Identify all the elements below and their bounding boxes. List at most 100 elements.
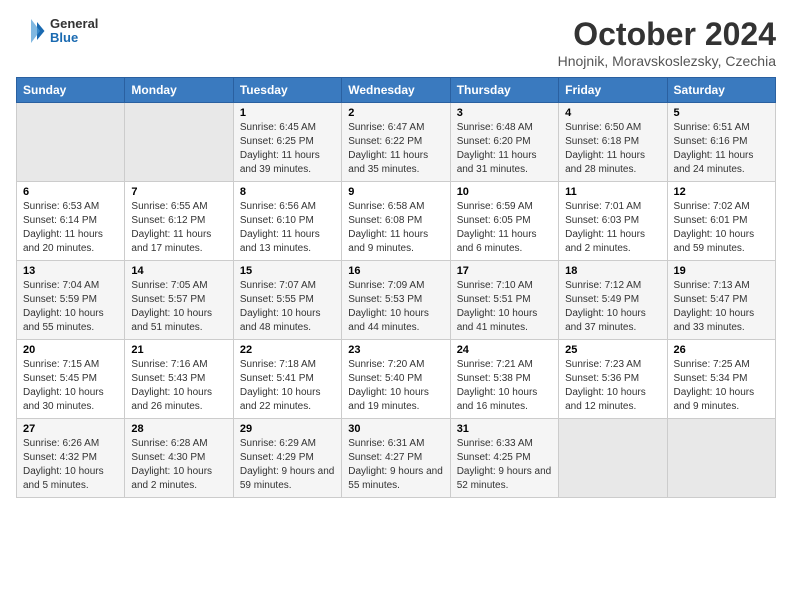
day-number: 24 xyxy=(457,344,552,356)
day-number: 27 xyxy=(23,423,118,435)
day-content: Sunrise: 6:31 AMSunset: 4:27 PMDaylight:… xyxy=(348,437,443,493)
day-number: 5 xyxy=(674,107,769,119)
day-content: Sunrise: 7:02 AMSunset: 6:01 PMDaylight:… xyxy=(674,200,769,256)
calendar-day-cell: 31 Sunrise: 6:33 AMSunset: 4:25 PMDayligh… xyxy=(450,419,558,498)
calendar-day-cell: 7Sunrise: 6:55 AMSunset: 6:12 PMDaylight… xyxy=(125,182,233,261)
day-content: Sunrise: 7:04 AMSunset: 5:59 PMDaylight:… xyxy=(23,279,118,335)
calendar-week: 20 Sunrise: 7:15 AMSunset: 5:45 PMDayligh… xyxy=(17,340,776,419)
header: General Blue October 2024 Hnojnik, Morav… xyxy=(16,16,776,69)
calendar-day-cell xyxy=(17,103,125,182)
day-content: Sunrise: 7:20 AMSunset: 5:40 PMDaylight:… xyxy=(348,358,443,414)
day-content: Sunrise: 7:15 AMSunset: 5:45 PMDaylight:… xyxy=(23,358,118,414)
day-number: 8 xyxy=(240,186,335,198)
day-content: Sunrise: 6:56 AMSunset: 6:10 PMDaylight:… xyxy=(240,200,335,256)
day-number: 18 xyxy=(565,265,660,277)
day-number: 30 xyxy=(348,423,443,435)
calendar-day-cell: 19 Sunrise: 7:13 AMSunset: 5:47 PMDayligh… xyxy=(667,261,775,340)
month-title: October 2024 xyxy=(558,16,776,53)
weekday-header-cell: Wednesday xyxy=(342,78,450,103)
calendar-week: 1Sunrise: 6:45 AMSunset: 6:25 PMDaylight… xyxy=(17,103,776,182)
day-content: Sunrise: 6:29 AMSunset: 4:29 PMDaylight:… xyxy=(240,437,335,493)
calendar-day-cell xyxy=(559,419,667,498)
day-content: Sunrise: 6:59 AMSunset: 6:05 PMDaylight:… xyxy=(457,200,552,256)
day-number: 3 xyxy=(457,107,552,119)
calendar-day-cell: 9 Sunrise: 6:58 AMSunset: 6:08 PMDaylight… xyxy=(342,182,450,261)
calendar-day-cell: 26 Sunrise: 7:25 AMSunset: 5:34 PMDayligh… xyxy=(667,340,775,419)
day-number: 16 xyxy=(348,265,443,277)
calendar-day-cell: 13 Sunrise: 7:04 AMSunset: 5:59 PMDayligh… xyxy=(17,261,125,340)
calendar-body: 1Sunrise: 6:45 AMSunset: 6:25 PMDaylight… xyxy=(17,103,776,498)
day-content: Sunrise: 7:25 AMSunset: 5:34 PMDaylight:… xyxy=(674,358,769,414)
calendar-day-cell: 8 Sunrise: 6:56 AMSunset: 6:10 PMDaylight… xyxy=(233,182,341,261)
logo-text: General Blue xyxy=(50,17,98,46)
calendar-day-cell: 18 Sunrise: 7:12 AMSunset: 5:49 PMDayligh… xyxy=(559,261,667,340)
calendar-table: SundayMondayTuesdayWednesdayThursdayFrid… xyxy=(16,77,776,498)
weekday-header-cell: Thursday xyxy=(450,78,558,103)
day-content: Sunrise: 6:58 AMSunset: 6:08 PMDaylight:… xyxy=(348,200,443,256)
day-content: Sunrise: 6:53 AMSunset: 6:14 PMDaylight:… xyxy=(23,200,118,256)
day-number: 21 xyxy=(131,344,226,356)
day-number: 12 xyxy=(674,186,769,198)
calendar-day-cell: 1Sunrise: 6:45 AMSunset: 6:25 PMDaylight… xyxy=(233,103,341,182)
day-number: 31 xyxy=(457,423,552,435)
day-content: Sunrise: 7:13 AMSunset: 5:47 PMDaylight:… xyxy=(674,279,769,335)
calendar-day-cell: 10 Sunrise: 6:59 AMSunset: 6:05 PMDayligh… xyxy=(450,182,558,261)
day-content: Sunrise: 7:01 AMSunset: 6:03 PMDaylight:… xyxy=(565,200,660,256)
weekday-header: SundayMondayTuesdayWednesdayThursdayFrid… xyxy=(17,78,776,103)
day-content: Sunrise: 6:45 AMSunset: 6:25 PMDaylight:… xyxy=(240,121,335,177)
calendar-day-cell: 3Sunrise: 6:48 AMSunset: 6:20 PMDaylight… xyxy=(450,103,558,182)
day-content: Sunrise: 6:26 AMSunset: 4:32 PMDaylight:… xyxy=(23,437,118,493)
day-number: 26 xyxy=(674,344,769,356)
calendar-day-cell: 11 Sunrise: 7:01 AMSunset: 6:03 PMDayligh… xyxy=(559,182,667,261)
day-number: 20 xyxy=(23,344,118,356)
calendar-day-cell: 17 Sunrise: 7:10 AMSunset: 5:51 PMDayligh… xyxy=(450,261,558,340)
calendar-week: 6Sunrise: 6:53 AMSunset: 6:14 PMDaylight… xyxy=(17,182,776,261)
calendar-day-cell: 23 Sunrise: 7:20 AMSunset: 5:40 PMDayligh… xyxy=(342,340,450,419)
calendar-week: 27 Sunrise: 6:26 AMSunset: 4:32 PMDayligh… xyxy=(17,419,776,498)
calendar-day-cell: 12 Sunrise: 7:02 AMSunset: 6:01 PMDayligh… xyxy=(667,182,775,261)
weekday-header-cell: Monday xyxy=(125,78,233,103)
calendar-day-cell: 5 Sunrise: 6:51 AMSunset: 6:16 PMDaylight… xyxy=(667,103,775,182)
weekday-header-cell: Sunday xyxy=(17,78,125,103)
day-number: 23 xyxy=(348,344,443,356)
day-number: 28 xyxy=(131,423,226,435)
day-number: 17 xyxy=(457,265,552,277)
day-content: Sunrise: 6:51 AMSunset: 6:16 PMDaylight:… xyxy=(674,121,769,177)
day-content: Sunrise: 7:05 AMSunset: 5:57 PMDaylight:… xyxy=(131,279,226,335)
calendar-day-cell: 6Sunrise: 6:53 AMSunset: 6:14 PMDaylight… xyxy=(17,182,125,261)
calendar-day-cell: 16Sunrise: 7:09 AMSunset: 5:53 PMDayligh… xyxy=(342,261,450,340)
day-content: Sunrise: 7:10 AMSunset: 5:51 PMDaylight:… xyxy=(457,279,552,335)
day-content: Sunrise: 7:12 AMSunset: 5:49 PMDaylight:… xyxy=(565,279,660,335)
logo-icon xyxy=(16,16,46,46)
day-content: Sunrise: 7:16 AMSunset: 5:43 PMDaylight:… xyxy=(131,358,226,414)
calendar-week: 13 Sunrise: 7:04 AMSunset: 5:59 PMDayligh… xyxy=(17,261,776,340)
calendar-day-cell: 2 Sunrise: 6:47 AMSunset: 6:22 PMDaylight… xyxy=(342,103,450,182)
day-number: 13 xyxy=(23,265,118,277)
calendar-day-cell: 14 Sunrise: 7:05 AMSunset: 5:57 PMDayligh… xyxy=(125,261,233,340)
day-number: 19 xyxy=(674,265,769,277)
calendar-day-cell: 21 Sunrise: 7:16 AMSunset: 5:43 PMDayligh… xyxy=(125,340,233,419)
calendar-day-cell xyxy=(667,419,775,498)
day-content: Sunrise: 7:23 AMSunset: 5:36 PMDaylight:… xyxy=(565,358,660,414)
day-number: 2 xyxy=(348,107,443,119)
day-number: 4 xyxy=(565,107,660,119)
day-number: 22 xyxy=(240,344,335,356)
weekday-header-cell: Friday xyxy=(559,78,667,103)
title-area: October 2024 Hnojnik, Moravskoslezsky, C… xyxy=(558,16,776,69)
calendar-day-cell: 25 Sunrise: 7:23 AMSunset: 5:36 PMDayligh… xyxy=(559,340,667,419)
calendar-day-cell: 20 Sunrise: 7:15 AMSunset: 5:45 PMDayligh… xyxy=(17,340,125,419)
day-content: Sunrise: 6:47 AMSunset: 6:22 PMDaylight:… xyxy=(348,121,443,177)
day-number: 9 xyxy=(348,186,443,198)
day-content: Sunrise: 6:33 AMSunset: 4:25 PMDaylight:… xyxy=(457,437,552,493)
calendar-day-cell: 15 Sunrise: 7:07 AMSunset: 5:55 PMDayligh… xyxy=(233,261,341,340)
calendar-day-cell: 27 Sunrise: 6:26 AMSunset: 4:32 PMDayligh… xyxy=(17,419,125,498)
calendar-day-cell xyxy=(125,103,233,182)
day-content: Sunrise: 6:28 AMSunset: 4:30 PMDaylight:… xyxy=(131,437,226,493)
day-number: 10 xyxy=(457,186,552,198)
day-number: 25 xyxy=(565,344,660,356)
day-number: 14 xyxy=(131,265,226,277)
calendar-day-cell: 28 Sunrise: 6:28 AMSunset: 4:30 PMDayligh… xyxy=(125,419,233,498)
day-content: Sunrise: 7:07 AMSunset: 5:55 PMDaylight:… xyxy=(240,279,335,335)
day-number: 15 xyxy=(240,265,335,277)
day-number: 11 xyxy=(565,186,660,198)
